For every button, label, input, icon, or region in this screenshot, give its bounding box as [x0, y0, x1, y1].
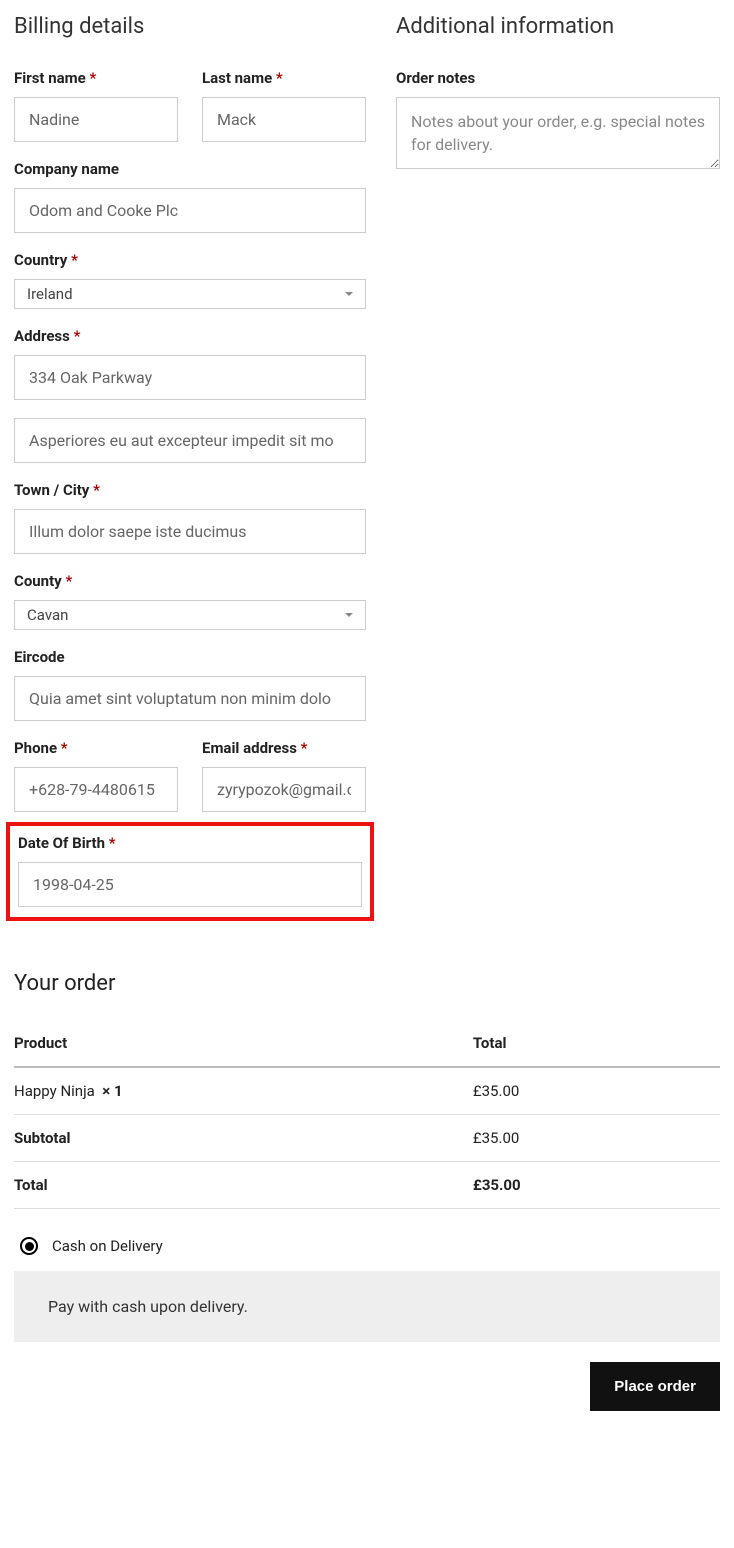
phone-field[interactable]	[14, 767, 178, 812]
subtotal-value: £35.00	[473, 1115, 720, 1162]
total-label: Total	[14, 1162, 473, 1209]
eircode-label: Eircode	[14, 648, 366, 666]
dob-highlight: Date Of Birth *	[6, 822, 374, 921]
email-field[interactable]	[202, 767, 366, 812]
subtotal-label: Subtotal	[14, 1115, 473, 1162]
dob-label: Date Of Birth *	[18, 834, 362, 852]
address1-field[interactable]	[14, 355, 366, 400]
city-field[interactable]	[14, 509, 366, 554]
dob-field[interactable]	[18, 862, 362, 907]
payment-method-cod[interactable]: Cash on Delivery	[14, 1233, 720, 1271]
notes-label: Order notes	[396, 69, 720, 87]
address2-field[interactable]	[14, 418, 366, 463]
radio-selected-icon	[20, 1237, 38, 1255]
payment-method-label: Cash on Delivery	[52, 1237, 163, 1255]
address-label: Address *	[14, 327, 366, 345]
first-name-label: First name *	[14, 69, 178, 87]
table-row: Total £35.00	[14, 1162, 720, 1209]
place-order-button[interactable]: Place order	[590, 1362, 720, 1411]
county-select[interactable]: Cavan	[14, 600, 366, 630]
company-label: Company name	[14, 160, 366, 178]
notes-field[interactable]	[396, 97, 720, 169]
phone-label: Phone *	[14, 739, 178, 757]
table-row: Subtotal £35.00	[14, 1115, 720, 1162]
table-row: Happy Ninja × 1 £35.00	[14, 1067, 720, 1115]
country-select[interactable]: Ireland	[14, 279, 366, 309]
billing-heading: Billing details	[14, 14, 366, 39]
city-label: Town / City *	[14, 481, 366, 499]
first-name-field[interactable]	[14, 97, 178, 142]
company-field[interactable]	[14, 188, 366, 233]
total-value: £35.00	[473, 1162, 720, 1209]
item-name: Happy Ninja	[14, 1082, 95, 1100]
item-qty: × 1	[102, 1082, 122, 1100]
eircode-field[interactable]	[14, 676, 366, 721]
item-total: £35.00	[473, 1067, 720, 1115]
last-name-field[interactable]	[202, 97, 366, 142]
product-col-header: Product	[14, 1020, 473, 1067]
last-name-label: Last name *	[202, 69, 366, 87]
payment-description: Pay with cash upon delivery.	[14, 1271, 720, 1342]
order-heading: Your order	[14, 971, 720, 996]
additional-heading: Additional information	[396, 14, 720, 39]
email-label: Email address *	[202, 739, 366, 757]
county-label: County *	[14, 572, 366, 590]
order-table: Product Total Happy Ninja × 1 £35.00 Sub…	[14, 1020, 720, 1209]
total-col-header: Total	[473, 1020, 720, 1067]
country-label: Country *	[14, 251, 366, 269]
